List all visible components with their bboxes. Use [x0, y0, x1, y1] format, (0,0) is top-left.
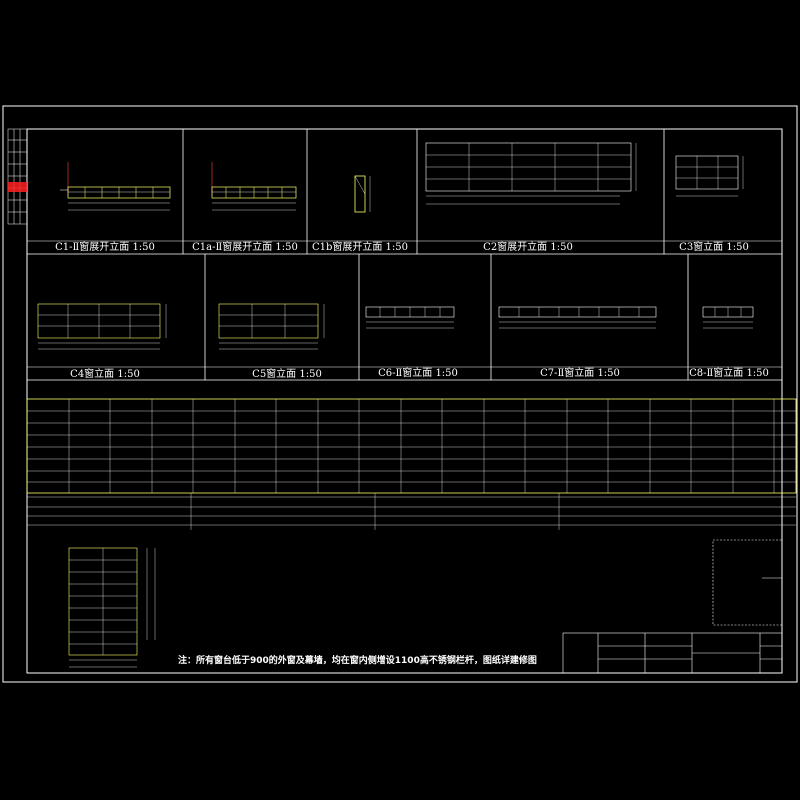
- label-c1a: C1a-Ⅱ窗展开立面 1:50: [192, 240, 298, 253]
- c7-elevation: [498, 306, 657, 329]
- label-c6: C6-Ⅱ窗立面 1:50: [378, 366, 458, 379]
- general-note: 注：所有窗台低于900的外窗及幕墙，均在窗内侧增设1100高不锈钢栏杆，图纸详建…: [178, 654, 537, 666]
- binding-strip: [7, 128, 28, 225]
- curtain-wall-elevation: [26, 398, 797, 530]
- c8-elevation: [702, 306, 754, 329]
- sheet-inner-border: [26, 128, 783, 674]
- panel-grid: [27, 129, 782, 381]
- c2-elevation: [425, 142, 637, 205]
- label-c7: C7-Ⅱ窗立面 1:50: [540, 366, 620, 379]
- label-c2: C2窗展开立面 1:50: [483, 240, 573, 253]
- c1a-elevation: [211, 162, 297, 211]
- cad-drawing-canvas: C1-Ⅱ窗展开立面 1:50 C1a-Ⅱ窗展开立面 1:50 C1b窗展开立面 …: [2, 105, 798, 683]
- label-c5: C5窗立面 1:50: [252, 367, 322, 380]
- c1-elevation: [60, 162, 171, 211]
- c3-elevation: [675, 155, 744, 197]
- c1b-elevation: [354, 175, 371, 213]
- c6-elevation: [365, 306, 455, 329]
- c5-elevation: [218, 303, 325, 350]
- sheet-outer-border: [2, 105, 798, 683]
- label-c8: C8-Ⅱ窗立面 1:50: [689, 366, 769, 379]
- label-c1b: C1b窗展开立面 1:50: [312, 240, 408, 253]
- label-c4: C4窗立面 1:50: [70, 367, 140, 380]
- stacked-window-elevation: [68, 547, 156, 668]
- red-revision-mark-icon: [8, 182, 27, 192]
- c4-elevation: [37, 303, 167, 350]
- label-c3: C3窗立面 1:50: [679, 240, 749, 253]
- label-c1: C1-Ⅱ窗展开立面 1:50: [55, 240, 155, 253]
- title-block: [562, 539, 783, 674]
